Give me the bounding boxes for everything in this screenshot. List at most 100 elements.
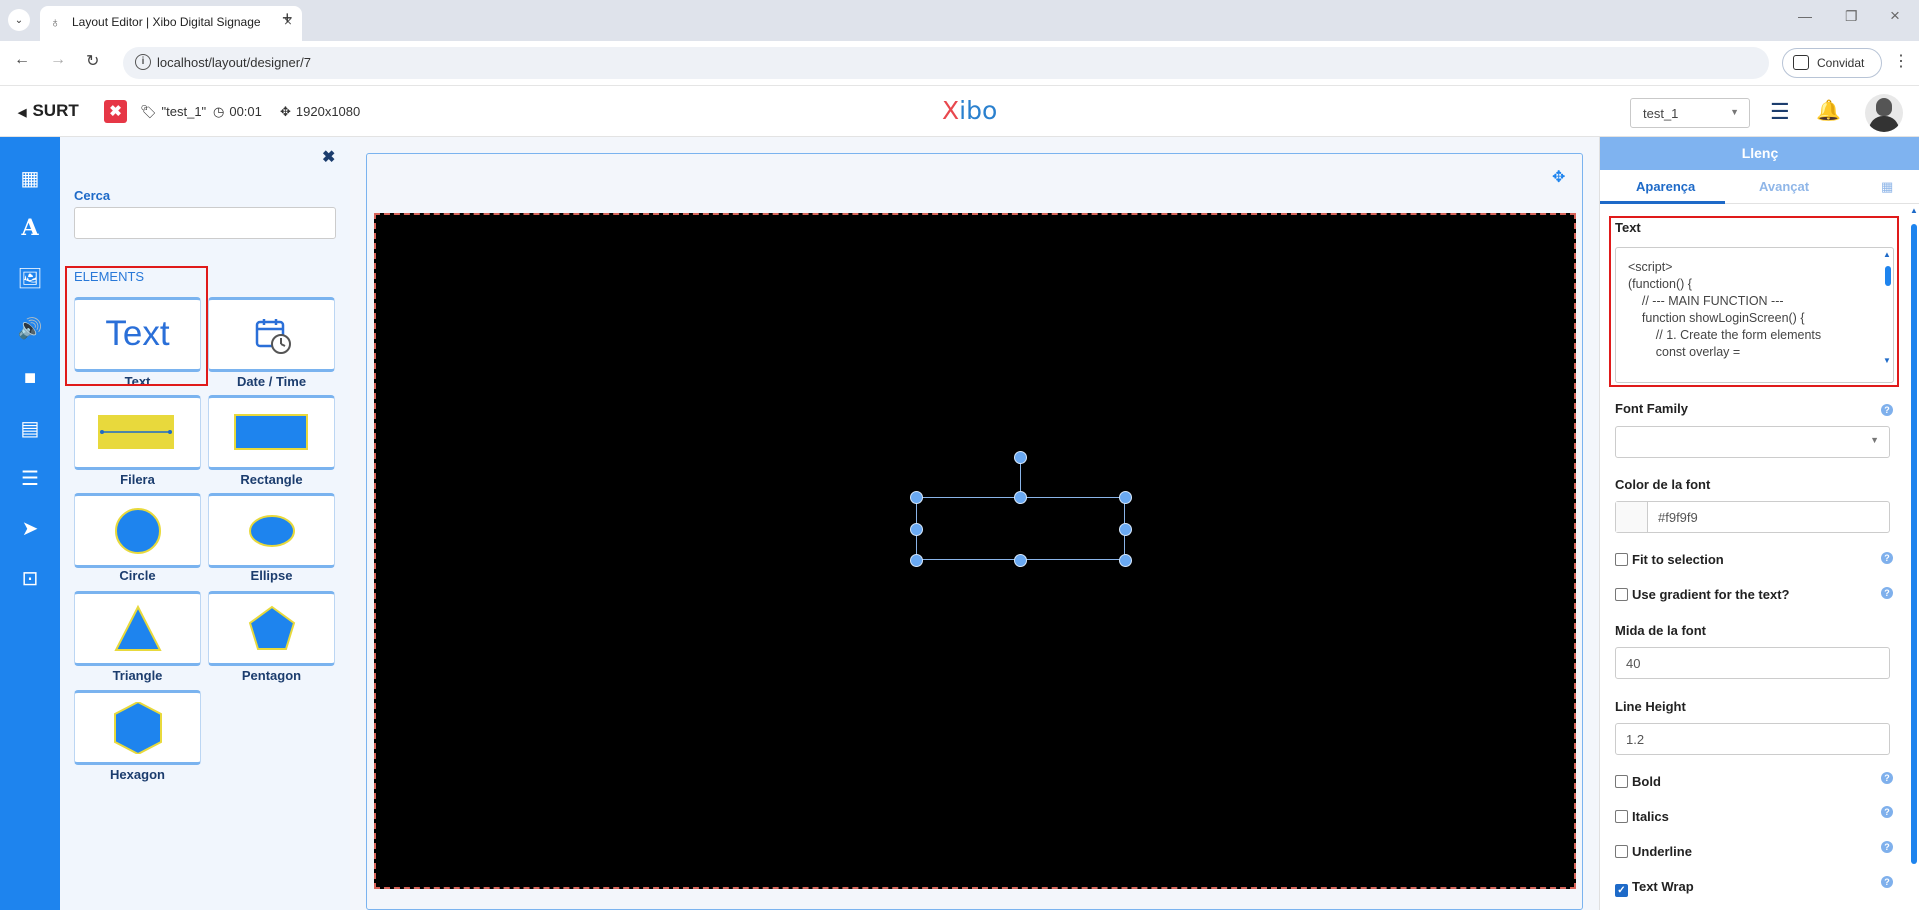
rectangle-icon [234, 414, 308, 450]
avatar[interactable] [1865, 94, 1903, 132]
image-icon[interactable]: 🖼 [0, 259, 60, 297]
resize-handle[interactable] [910, 491, 923, 504]
font-color-input[interactable]: #f9f9f9 [1615, 501, 1890, 533]
duration-text: 00:01 [229, 104, 262, 119]
resize-handle[interactable] [1014, 491, 1027, 504]
xibo-logo: Xibo [942, 96, 998, 125]
font-size-input[interactable]: 40 [1615, 647, 1890, 679]
font-size-value: 40 [1626, 656, 1641, 671]
calendar-clock-icon [255, 319, 291, 354]
unpublish-button[interactable]: ✖ [104, 100, 127, 123]
text-icon[interactable]: A [0, 209, 60, 247]
move-icon[interactable]: ✥ [1552, 167, 1565, 187]
resize-handle[interactable] [1119, 554, 1132, 567]
element-circle[interactable] [74, 493, 201, 568]
active-tab-indicator [1600, 201, 1725, 204]
resize-handle[interactable] [910, 523, 923, 536]
forward-icon[interactable]: → [50, 51, 66, 69]
url-field[interactable]: i localhost/layout/designer/7 [123, 47, 1769, 79]
browser-menu-icon[interactable]: ⋮ [1893, 51, 1909, 71]
element-ellipse[interactable] [208, 493, 335, 568]
caret-left-icon: ◀ [18, 107, 27, 119]
new-tab-icon[interactable]: + [282, 8, 293, 29]
properties-scrollbar[interactable]: ▲ [1908, 204, 1919, 910]
tab-appearance[interactable]: Aparença [1636, 179, 1695, 194]
font-family-label: Font Family [1615, 401, 1688, 416]
underline-checkbox[interactable]: Underline [1615, 844, 1692, 859]
properties-panel: Llenç Aparença Avançat ▦ Text <script> (… [1599, 137, 1919, 910]
text-wrap-checkbox[interactable]: ✓ Text Wrap [1615, 879, 1694, 897]
rotate-handle[interactable] [1014, 451, 1027, 464]
resize-handle[interactable] [910, 554, 923, 567]
properties-title: Llenç [1600, 137, 1919, 170]
back-icon[interactable]: ← [14, 51, 30, 69]
arrows-icon: ✥ [280, 104, 291, 119]
grid-tab-icon[interactable]: ▦ [1881, 179, 1893, 195]
code-line: // --- MAIN FUNCTION --- [1628, 294, 1784, 308]
code-line: (function() { [1628, 277, 1692, 291]
element-hexagon[interactable] [74, 690, 201, 765]
xibo-favicon-icon: ♁ [50, 14, 61, 30]
font-family-select[interactable]: ▼ [1615, 426, 1890, 458]
code-line: function showLoginScreen() { [1628, 311, 1805, 325]
close-icon[interactable]: ✖ [322, 147, 335, 167]
pentagon-icon [248, 605, 296, 650]
browser-tab[interactable]: ♁ Layout Editor | Xibo Digital Signage × [40, 6, 302, 41]
resize-handle[interactable] [1014, 554, 1027, 567]
line-height-value: 1.2 [1626, 732, 1645, 747]
element-label: Triangle [112, 668, 163, 683]
help-icon[interactable]: ? [1881, 404, 1893, 416]
gradient-checkbox[interactable]: Use gradient for the text? [1615, 587, 1789, 602]
line-height-label: Line Height [1615, 699, 1686, 714]
selected-element[interactable] [916, 497, 1125, 560]
text-textarea[interactable]: <script> (function() { // --- MAIN FUNCT… [1615, 247, 1894, 383]
resize-handle[interactable] [1119, 491, 1132, 504]
textarea-scrollbar[interactable]: ▲ ▼ [1882, 250, 1893, 380]
archive-icon[interactable]: ▤ [0, 409, 60, 447]
element-rectangle[interactable] [208, 395, 335, 470]
list-icon[interactable]: ☰ [0, 459, 60, 497]
minimize-icon[interactable]: — [1798, 8, 1812, 24]
site-info-icon[interactable]: i [135, 54, 151, 70]
menu-icon[interactable]: ☰ [1770, 99, 1790, 125]
video-icon[interactable]: ■ [0, 359, 60, 397]
resize-handle[interactable] [1119, 523, 1132, 536]
color-swatch[interactable] [1616, 502, 1648, 532]
restore-icon[interactable]: ❐ [1845, 8, 1858, 25]
reload-icon[interactable]: ↻ [86, 51, 99, 71]
widgets-icon[interactable]: ▦ [0, 159, 60, 197]
element-pentagon[interactable] [208, 591, 335, 666]
element-triangle[interactable] [74, 591, 201, 666]
elements-heading: ELEMENTS [74, 269, 145, 284]
exit-label: SURT [32, 101, 79, 120]
element-text[interactable]: Text [74, 297, 201, 372]
tab-search-button[interactable]: ⌄ [8, 9, 30, 31]
layout-icon[interactable]: ⊡ [0, 559, 60, 597]
element-line[interactable] [74, 395, 201, 470]
chevron-down-icon: ▼ [1730, 107, 1739, 117]
font-color-value: #f9f9f9 [1658, 510, 1698, 525]
bold-checkbox[interactable]: Bold [1615, 774, 1661, 789]
exit-button[interactable]: ◀ SURT [18, 101, 79, 121]
text-icon: Text [105, 314, 170, 353]
layout-select[interactable]: test_1 ▼ [1630, 98, 1750, 128]
help-icon[interactable]: ? [1881, 841, 1893, 853]
help-icon[interactable]: ? [1881, 552, 1893, 564]
close-window-icon[interactable]: × [1890, 6, 1900, 26]
help-icon[interactable]: ? [1881, 806, 1893, 818]
send-icon[interactable]: ➤ [0, 509, 60, 547]
help-icon[interactable]: ? [1881, 772, 1893, 784]
line-height-input[interactable]: 1.2 [1615, 723, 1890, 755]
bell-icon[interactable]: 🔔 [1816, 98, 1841, 123]
guest-profile-button[interactable]: Convidat [1782, 48, 1882, 78]
element-date-time[interactable] [208, 297, 335, 372]
properties-tabs: Aparença Avançat ▦ [1600, 170, 1919, 204]
audio-icon[interactable]: 🔊 [0, 309, 60, 347]
help-icon[interactable]: ? [1881, 587, 1893, 599]
layout-name[interactable]: 🏷 "test_1" [140, 104, 206, 120]
tab-advanced[interactable]: Avançat [1759, 179, 1809, 194]
search-input[interactable] [74, 207, 336, 239]
fit-to-selection-checkbox[interactable]: Fit to selection [1615, 552, 1724, 567]
italics-checkbox[interactable]: Italics [1615, 809, 1669, 824]
help-icon[interactable]: ? [1881, 876, 1893, 888]
